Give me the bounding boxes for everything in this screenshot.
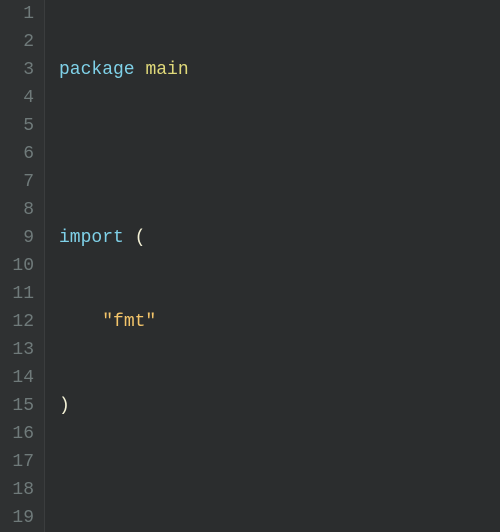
code-line: "fmt" — [59, 308, 470, 336]
code-editor: 1 2 3 4 5 6 7 8 9 10 11 12 13 14 15 16 1… — [0, 0, 500, 532]
line-number: 6 — [6, 140, 34, 168]
code-line: ) — [59, 392, 470, 420]
line-number: 12 — [6, 308, 34, 336]
line-number: 2 — [6, 28, 34, 56]
code-area[interactable]: package main import ( "fmt" ) func appen… — [45, 0, 470, 532]
line-number: 13 — [6, 336, 34, 364]
line-number: 7 — [6, 168, 34, 196]
code-line: package main — [59, 56, 470, 84]
line-number: 1 — [6, 0, 34, 28]
line-number: 10 — [6, 252, 34, 280]
code-line — [59, 476, 470, 504]
line-number: 17 — [6, 448, 34, 476]
line-number: 4 — [6, 84, 34, 112]
line-number: 18 — [6, 476, 34, 504]
line-number-gutter: 1 2 3 4 5 6 7 8 9 10 11 12 13 14 15 16 1… — [0, 0, 45, 532]
line-number: 3 — [6, 56, 34, 84]
line-number: 16 — [6, 420, 34, 448]
line-number: 8 — [6, 196, 34, 224]
line-number: 11 — [6, 280, 34, 308]
code-line — [59, 140, 470, 168]
line-number: 15 — [6, 392, 34, 420]
code-line: import ( — [59, 224, 470, 252]
line-number: 5 — [6, 112, 34, 140]
line-number: 9 — [6, 224, 34, 252]
line-number: 14 — [6, 364, 34, 392]
line-number: 19 — [6, 504, 34, 532]
